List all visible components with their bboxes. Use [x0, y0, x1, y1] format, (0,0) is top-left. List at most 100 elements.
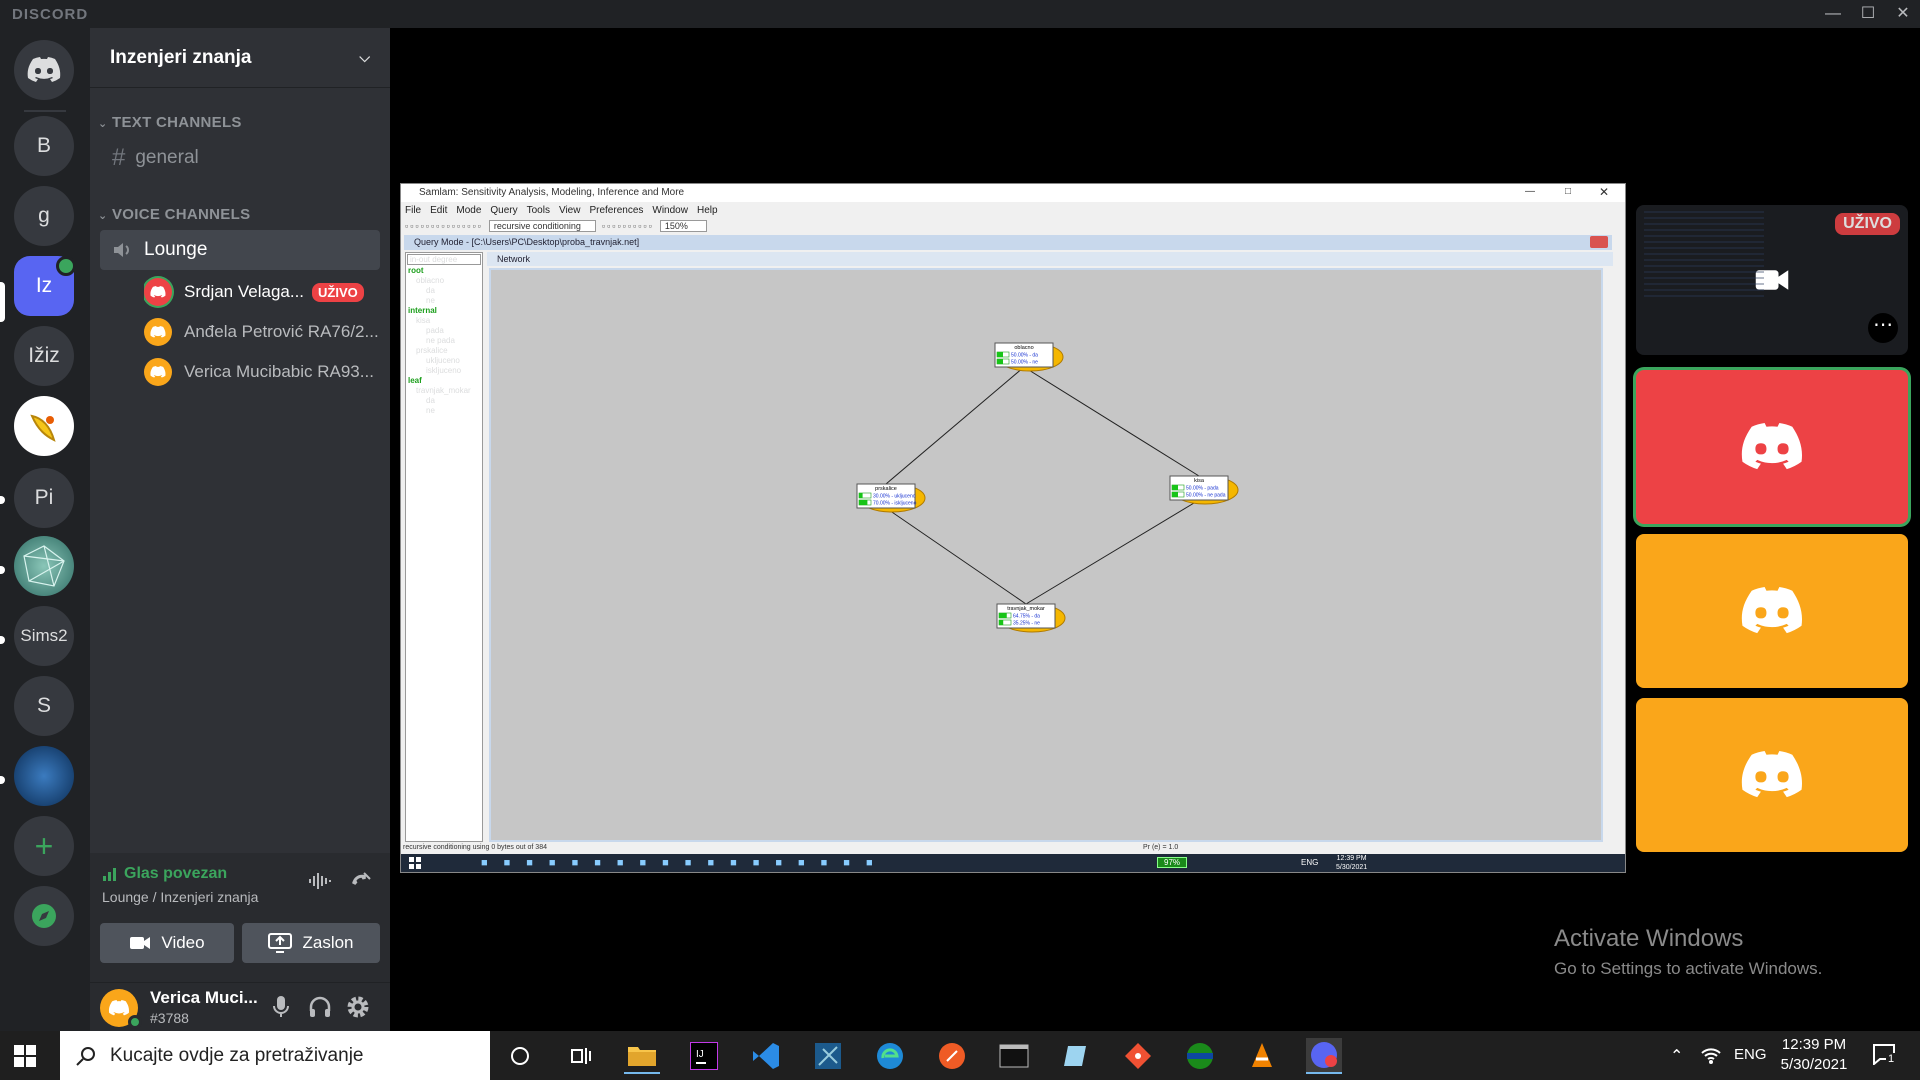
- tree-state[interactable]: da: [408, 396, 482, 406]
- server-sims2[interactable]: Sims2: [14, 606, 74, 666]
- notification-center-icon[interactable]: 1: [1872, 1043, 1897, 1067]
- tree-filter-select[interactable]: in-out degree: [407, 254, 481, 265]
- menu-item-query[interactable]: Query: [490, 205, 517, 217]
- postman-icon[interactable]: [934, 1038, 970, 1074]
- menu-item-window[interactable]: Window: [652, 205, 688, 217]
- menu-item-mode[interactable]: Mode: [456, 205, 481, 217]
- globe-app-icon[interactable]: [1182, 1038, 1218, 1074]
- network-node-kisa[interactable]: kisa 50.00% - pada50.00% - ne pada: [1169, 475, 1239, 505]
- close-icon[interactable]: ✕: [1599, 185, 1609, 199]
- dbeaver-icon[interactable]: [810, 1038, 846, 1074]
- category-voice-channels[interactable]: ⌄ VOICE CHANNELS: [98, 206, 250, 223]
- network-node-travnjak-mokar[interactable]: travnjak_mokar 64.75% - da35.25% - ne: [996, 603, 1066, 633]
- stream-preview-tile[interactable]: UŽIVO ⋯: [1636, 205, 1908, 355]
- stream-video[interactable]: Samlam: Sensitivity Analysis, Modeling, …: [400, 183, 1626, 873]
- participant-tile[interactable]: [1636, 534, 1908, 688]
- network-canvas[interactable]: oblacno 50.00% - da 50.00% - ne prskalice 30…: [489, 268, 1603, 842]
- cortana-icon[interactable]: [502, 1038, 538, 1074]
- maximize-icon[interactable]: □: [1565, 186, 1571, 197]
- notepad-icon[interactable]: [1058, 1038, 1094, 1074]
- disconnect-icon[interactable]: [348, 869, 372, 898]
- home-button[interactable]: [14, 40, 74, 100]
- menu-item-edit[interactable]: Edit: [430, 205, 447, 217]
- participant-tile[interactable]: [1636, 698, 1908, 852]
- video-button[interactable]: Video: [100, 923, 234, 963]
- voice-user[interactable]: Verica Mucibabic RA93...: [144, 354, 379, 390]
- toolbar-icons[interactable]: ▫▫▫▫▫▫▫▫▫▫: [602, 221, 654, 231]
- add-server-button[interactable]: +: [14, 816, 74, 876]
- voice-status[interactable]: Glas povezan: [102, 865, 227, 883]
- server-b[interactable]: B: [14, 116, 74, 176]
- menu-item-preferences[interactable]: Preferences: [589, 205, 643, 217]
- voice-user[interactable]: Srdjan Velaga... UŽIVO: [144, 274, 379, 310]
- tree-variable[interactable]: travnjak_mokar: [408, 386, 482, 396]
- server-header[interactable]: Inzenjeri znanja ⌵: [90, 28, 390, 88]
- tree-state[interactable]: pada: [408, 326, 482, 336]
- tree-variable[interactable]: prskalice: [408, 346, 482, 356]
- inner-taskbar-apps[interactable]: ■■■■■■■■■■■■■■■■■■: [481, 857, 889, 869]
- terminal-icon[interactable]: [996, 1038, 1032, 1074]
- battery-indicator[interactable]: 97%: [1157, 857, 1188, 868]
- tree-state[interactable]: iskljuceno: [408, 366, 482, 376]
- menu-item-tools[interactable]: Tools: [527, 205, 550, 217]
- voice-location[interactable]: Lounge / Inzenjeri znanja: [102, 889, 258, 905]
- network-node-oblacno[interactable]: oblacno 50.00% - da50.00% - ne: [994, 342, 1064, 372]
- explore-servers-button[interactable]: [14, 886, 74, 946]
- channel-lounge[interactable]: Lounge: [100, 230, 380, 270]
- algorithm-select[interactable]: recursive conditioning: [488, 220, 596, 232]
- minimize-icon[interactable]: —: [1525, 186, 1535, 197]
- menu-item-file[interactable]: File: [405, 205, 421, 217]
- server-avatar-blue[interactable]: [14, 746, 74, 806]
- tree-group[interactable]: internal: [408, 306, 482, 316]
- zoom-select[interactable]: 150%: [659, 220, 707, 232]
- username[interactable]: Verica Muci...: [150, 988, 258, 1008]
- inner-lang[interactable]: ENG: [1301, 858, 1318, 867]
- toolbar-icons[interactable]: ▫▫▫▫▫▫▫▫▫▫▫▫▫▫▫: [405, 221, 483, 231]
- close-icon[interactable]: ✕: [1888, 4, 1918, 24]
- server-avatar-banana[interactable]: [14, 396, 74, 456]
- windows-start-icon[interactable]: [409, 857, 421, 869]
- screen-share-button[interactable]: Zaslon: [242, 923, 380, 963]
- tree-state[interactable]: ukljuceno: [408, 356, 482, 366]
- edge-icon[interactable]: [872, 1038, 908, 1074]
- voice-user[interactable]: Anđela Petrović RA76/2...: [144, 314, 379, 350]
- wifi-icon[interactable]: [1700, 1045, 1722, 1070]
- tree-group[interactable]: root: [408, 266, 482, 276]
- microphone-icon[interactable]: [272, 995, 290, 1024]
- noise-suppression-icon[interactable]: [308, 871, 332, 896]
- clock[interactable]: 12:39 PM 5/30/2021: [1770, 1035, 1858, 1075]
- more-options-icon[interactable]: ⋯: [1868, 313, 1898, 343]
- chevron-up-icon[interactable]: ⌃: [1670, 1046, 1683, 1066]
- server-pi[interactable]: Pi: [14, 468, 74, 528]
- tree-state[interactable]: ne: [408, 406, 482, 416]
- tree-variable[interactable]: kisa: [408, 316, 482, 326]
- vlc-icon[interactable]: [1244, 1038, 1280, 1074]
- server-iziz[interactable]: Ižiz: [14, 326, 74, 386]
- file-explorer-icon[interactable]: [624, 1038, 660, 1074]
- git-icon[interactable]: [1120, 1038, 1156, 1074]
- menu-item-view[interactable]: View: [559, 205, 581, 217]
- tree-variable[interactable]: oblacno: [408, 276, 482, 286]
- intellij-icon[interactable]: IJ: [686, 1038, 722, 1074]
- server-s[interactable]: S: [14, 676, 74, 736]
- close-icon[interactable]: [1590, 236, 1608, 248]
- tree-state[interactable]: da: [408, 286, 482, 296]
- tree-state[interactable]: ne pada: [408, 336, 482, 346]
- channel-general[interactable]: # general: [100, 138, 380, 178]
- maximize-icon[interactable]: ☐: [1853, 4, 1883, 24]
- headphones-icon[interactable]: [308, 995, 332, 1024]
- tree-state[interactable]: ne: [408, 296, 482, 306]
- minimize-icon[interactable]: —: [1818, 4, 1848, 24]
- settings-gear-icon[interactable]: [346, 995, 370, 1024]
- participant-tile[interactable]: [1636, 370, 1908, 524]
- server-avatar-net[interactable]: [14, 536, 74, 596]
- category-text-channels[interactable]: ⌄ TEXT CHANNELS: [98, 114, 242, 131]
- language-indicator[interactable]: ENG: [1734, 1046, 1767, 1063]
- tree-group[interactable]: leaf: [408, 376, 482, 386]
- menu-item-help[interactable]: Help: [697, 205, 718, 217]
- discord-taskbar-icon[interactable]: [1306, 1038, 1342, 1074]
- windows-start-icon[interactable]: [14, 1045, 36, 1067]
- server-g[interactable]: g: [14, 186, 74, 246]
- network-node-prskalice[interactable]: prskalice 30.00% - ukljuceno70.00% - iskl…: [856, 483, 926, 513]
- vscode-icon[interactable]: [748, 1038, 784, 1074]
